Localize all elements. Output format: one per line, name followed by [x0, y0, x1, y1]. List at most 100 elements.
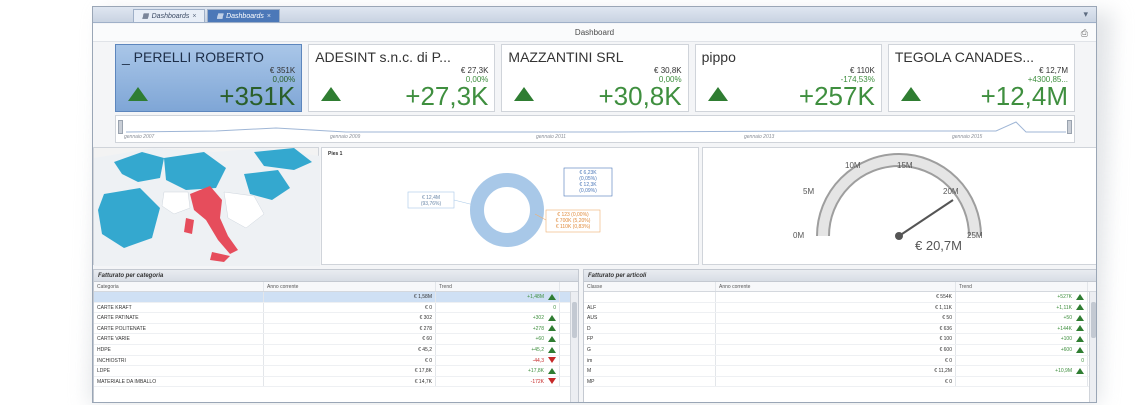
kpi-card[interactable]: ADESINT s.n.c. di P... € 27,3K 0,00% +27,3K: [308, 44, 496, 112]
trend-up-icon: [1076, 293, 1084, 300]
close-icon[interactable]: ×: [192, 13, 196, 20]
kpi-card-name: pippo: [701, 49, 736, 65]
gauge-tick: 5M: [803, 187, 814, 196]
gauge-value: € 20,7M: [915, 238, 962, 253]
column-header[interactable]: Categoria: [94, 282, 264, 291]
cell-trend: +45,2: [436, 344, 560, 355]
table-row[interactable]: D € 636 +144K: [584, 323, 1096, 335]
cell-value: € 14,7K: [264, 376, 436, 387]
gauge-chart: 0M 5M 10M 15M 20M 25M € 20,7M: [793, 153, 983, 253]
trend-value: +17,8K: [528, 368, 544, 375]
tab-label: Dashboards: [226, 12, 264, 20]
dashboard-window: ▦ Dashboards × ▦ Dashboards × ▾ Dashboar…: [92, 6, 1097, 403]
table-row[interactable]: INCHIOSTRI € 0 -44,3: [94, 355, 578, 367]
cell-trend: +50: [956, 313, 1088, 323]
trend-value: +278: [532, 325, 544, 332]
column-header[interactable]: Trend: [436, 282, 560, 291]
kpi-cards: _ PERELLI ROBERTO € 351K 0,00% +351K ADESINT…: [115, 44, 1076, 112]
table-row[interactable]: CARTE KRAFT € 0 0: [94, 302, 578, 314]
trend-down-icon: [548, 357, 556, 364]
trend-value: +45,2: [531, 346, 544, 353]
table-row[interactable]: LDPE € 17,8K +17,8K: [94, 366, 578, 377]
table-row[interactable]: HDPE € 45,2 +45,2: [94, 344, 578, 356]
table-row[interactable]: € 554K +527K: [584, 292, 1096, 303]
cell-value: € 100: [716, 334, 956, 344]
table-row[interactable]: G € 600 +600: [584, 344, 1096, 356]
trend-value: +100: [1060, 336, 1072, 343]
cell-category: FP: [584, 334, 716, 344]
cell-value: € 11,2M: [716, 366, 956, 376]
cell-category: im: [584, 355, 716, 366]
trend-value: +1,48M: [527, 294, 544, 300]
trend-up-icon: [548, 293, 556, 300]
tab-dashboards-2[interactable]: ▦ Dashboards ×: [207, 9, 280, 22]
cell-value: € 0: [716, 376, 956, 387]
column-header[interactable]: Anno corrente: [716, 282, 956, 291]
cell-trend: +302: [436, 313, 560, 323]
kpi-card-value: € 110K: [850, 66, 875, 75]
column-header[interactable]: Trend: [956, 282, 1088, 291]
cell-value: € 278: [264, 323, 436, 334]
table-row[interactable]: MP € 0: [584, 376, 1096, 388]
scrollbar[interactable]: [1089, 292, 1096, 402]
cell-trend: +278: [436, 323, 560, 334]
cell-category: CARTE KRAFT: [94, 302, 264, 313]
trend-up-icon: [1076, 346, 1084, 353]
timeline-label: gennaio 2015: [952, 134, 983, 140]
export-icon[interactable]: ⎙: [1081, 28, 1088, 39]
cell-category: LDPE: [94, 366, 264, 376]
table-row[interactable]: im € 0 0: [584, 355, 1096, 367]
scrollbar[interactable]: [570, 292, 578, 402]
kpi-card[interactable]: _ PERELLI ROBERTO € 351K 0,00% +351K: [115, 44, 303, 112]
kpi-card[interactable]: TEGOLA CANADES... € 12,7M +4300,85... +12,4…: [887, 44, 1076, 112]
table-row[interactable]: FP € 100 +100: [584, 334, 1096, 345]
cell-value: € 1,11K: [716, 302, 956, 313]
close-icon[interactable]: ×: [267, 13, 271, 20]
table-row[interactable]: AUS € 50 +50: [584, 313, 1096, 324]
trend-value: -172K: [530, 378, 544, 385]
trend-value: -44,3: [532, 357, 544, 364]
column-header[interactable]: Anno corrente: [264, 282, 436, 291]
chevron-down-icon[interactable]: ▾: [1083, 9, 1088, 20]
cell-category: INCHIOSTRI: [94, 355, 264, 366]
trend-value: +302: [532, 315, 544, 322]
timeline-label: gennaio 2013: [744, 134, 775, 140]
table-row[interactable]: CARTE PATINATE € 302 +302: [94, 313, 578, 324]
trend-value: +600: [1060, 346, 1072, 353]
page-title: Dashboard: [93, 24, 1096, 42]
pie-panel[interactable]: Pies 1 € 12,4M (93,76%) € 6,23K (0,05%) …: [321, 147, 699, 265]
gauge-panel[interactable]: 0M 5M 10M 15M 20M 25M € 20,7M: [702, 147, 1096, 265]
cell-value: € 302: [264, 313, 436, 323]
trend-value: +60: [535, 336, 544, 343]
cell-trend: +100: [956, 334, 1088, 344]
gauge-tick: 20M: [943, 187, 959, 196]
table-row[interactable]: € 1,58M +1,48M: [94, 292, 578, 303]
trend-up-icon: [321, 87, 342, 101]
table-row[interactable]: ALF € 1,11K +1,11K: [584, 302, 1096, 314]
cell-value: € 45,2: [264, 344, 436, 355]
cell-trend: +60: [436, 334, 560, 344]
map-panel[interactable]: [93, 147, 320, 266]
cell-trend: +1,48M: [436, 292, 560, 302]
cell-category: AUS: [584, 313, 716, 323]
kpi-card-value: € 351K: [269, 66, 296, 75]
kpi-card[interactable]: pippo € 110K -174,53% +257K: [694, 44, 882, 112]
table-row[interactable]: M € 11,2M +10,9M: [584, 366, 1096, 377]
kpi-card-value: € 30,8K: [654, 66, 682, 75]
trend-up-icon: [128, 87, 148, 101]
table-articoli: Fatturato per articoli Classe Anno corre…: [583, 269, 1096, 402]
cell-trend: +144K: [956, 323, 1088, 334]
table-row[interactable]: CARTE POLITENATE € 278 +278: [94, 323, 578, 335]
table-row[interactable]: MATERIALE DA IMBALLO € 14,7K -172K: [94, 376, 578, 388]
trend-up-icon: [707, 87, 728, 101]
range-filter[interactable]: gennaio 2007 gennaio 2009 gennaio 2011 g…: [115, 115, 1075, 143]
tab-dashboards-1[interactable]: ▦ Dashboards ×: [133, 9, 206, 22]
table-header: Categoria Anno corrente Trend: [94, 282, 578, 292]
table-row[interactable]: CARTE VARIE € 60 +60: [94, 334, 578, 345]
cell-category: MATERIALE DA IMBALLO: [94, 376, 264, 387]
timeline-label: gennaio 2009: [330, 134, 361, 140]
kpi-card[interactable]: MAZZANTINI SRL € 30,8K 0,00% +30,8K: [501, 44, 689, 112]
column-header[interactable]: Classe: [584, 282, 716, 291]
kpi-card-name: MAZZANTINI SRL: [508, 49, 624, 65]
trend-value: +10,9M: [1055, 368, 1072, 375]
